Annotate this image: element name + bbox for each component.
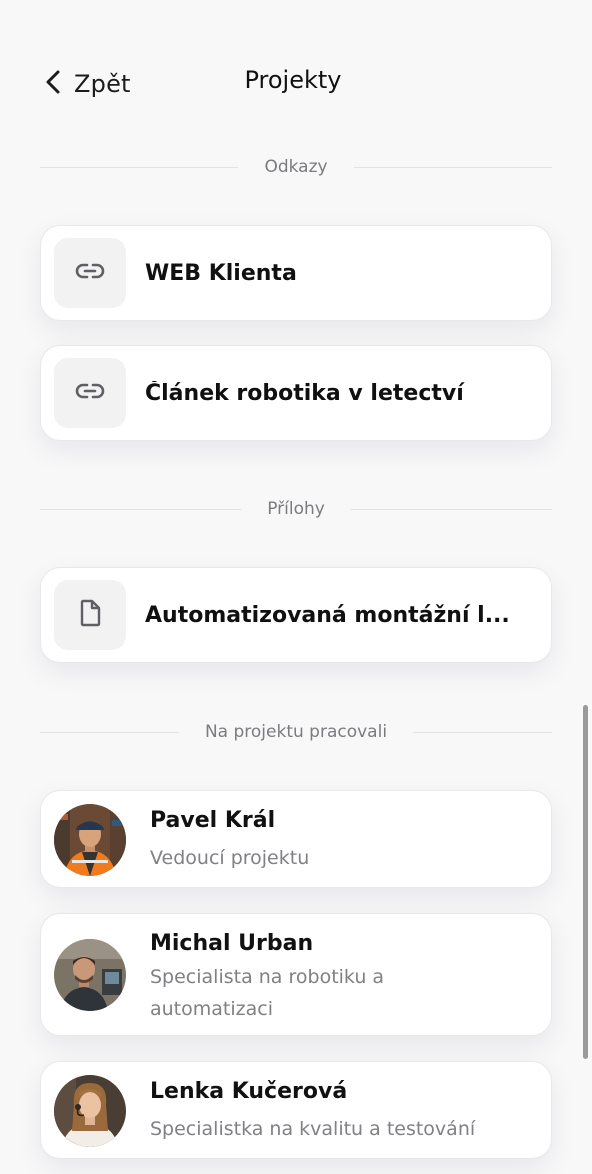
- member-role: Specialistka na kvalitu a testování: [150, 1118, 476, 1140]
- divider-line: [40, 731, 179, 733]
- attachment-title-text: Automatizovaná montážní l...: [145, 602, 510, 628]
- link-item-web-klienta[interactable]: WEB Klienta: [40, 225, 552, 321]
- attachment-item[interactable]: Automatizovaná montážní l...: [40, 567, 552, 663]
- link-title-text: WEB Klienta: [145, 260, 297, 286]
- file-icon: [73, 596, 107, 634]
- section-divider-team: Na projektu pracovali: [40, 720, 552, 744]
- member-role: Vedoucí projektu: [150, 847, 310, 869]
- header: Zpět Projekty: [0, 0, 592, 140]
- file-icon-box: [54, 580, 126, 650]
- link-item-clanek-robotika[interactable]: Článek robotika v letectví: [40, 345, 552, 441]
- section-label-team: Na projektu pracovali: [204, 722, 388, 742]
- link-title: Článek robotika v letectví: [145, 346, 517, 440]
- section-divider-attachments: Přílohy: [40, 497, 552, 521]
- attachment-title: Automatizovaná montážní l...: [145, 568, 517, 662]
- link-title: WEB Klienta: [145, 226, 517, 320]
- divider-line: [413, 731, 552, 733]
- divider-line: [350, 508, 552, 510]
- avatar: [54, 804, 126, 876]
- section-divider-links: Odkazy: [40, 155, 552, 179]
- section-label-attachments: Přílohy: [267, 499, 325, 519]
- avatar: [54, 1075, 126, 1147]
- scrollbar[interactable]: [583, 705, 588, 1059]
- team-member-card[interactable]: Pavel Král Vedoucí projektu: [40, 790, 552, 888]
- link-title-text: Článek robotika v letectví: [145, 380, 464, 406]
- avatar: [54, 939, 126, 1011]
- link-icon: [73, 254, 107, 292]
- page-title: Projekty: [244, 66, 342, 94]
- member-name: Lenka Kučerová: [150, 1079, 348, 1104]
- link-icon-box: [54, 238, 126, 308]
- link-icon: [73, 374, 107, 412]
- team-member-card[interactable]: Lenka Kučerová Specialistka na kvalitu a…: [40, 1061, 552, 1159]
- member-name: Michal Urban: [150, 931, 314, 956]
- link-icon-box: [54, 358, 126, 428]
- divider-line: [353, 166, 552, 168]
- divider-line: [40, 508, 242, 510]
- member-name: Pavel Král: [150, 808, 276, 833]
- section-label-links: Odkazy: [264, 157, 328, 177]
- divider-line: [40, 166, 239, 168]
- projects-detail-screen: Zpět Projekty Odkazy WEB Klienta Článek …: [0, 0, 592, 1174]
- member-role: Specialista na robotiku a automatizaci: [150, 966, 385, 1020]
- team-member-card[interactable]: Michal Urban Specialista na robotiku a a…: [40, 913, 552, 1036]
